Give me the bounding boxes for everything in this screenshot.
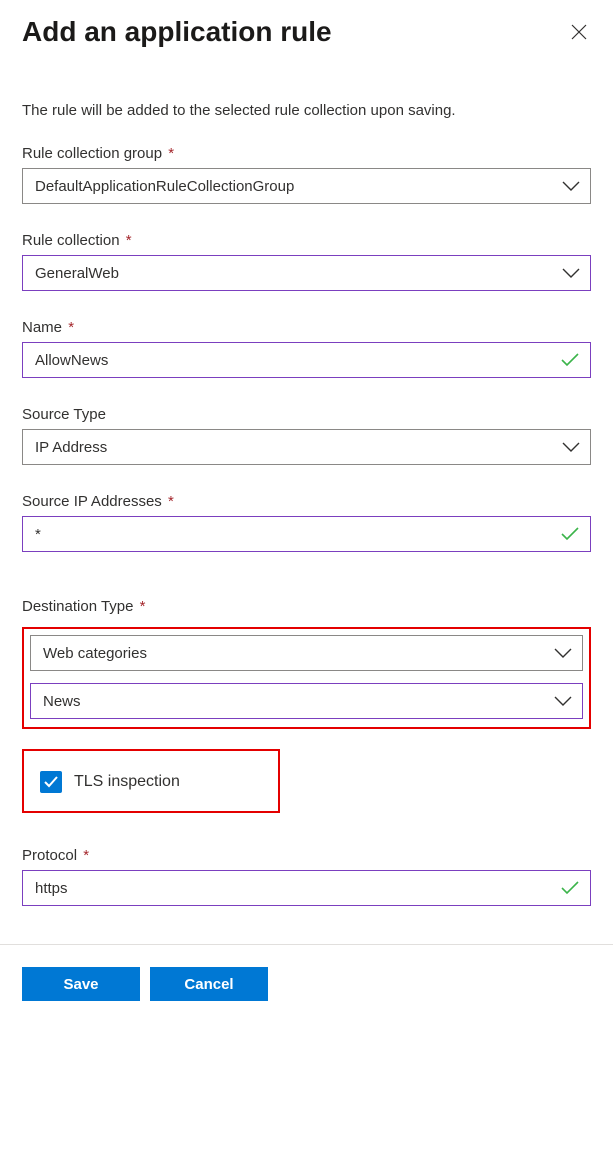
required-asterisk: * [68,319,74,336]
destination-category-select[interactable]: News [30,683,583,719]
save-button[interactable]: Save [22,967,140,1001]
name-input[interactable]: AllowNews [22,342,591,378]
required-asterisk: * [140,598,146,615]
rule-collection-group-label: Rule collection group * [22,145,174,162]
destination-category-value: News [43,693,81,710]
protocol-label: Protocol * [22,847,89,864]
cancel-button[interactable]: Cancel [150,967,268,1001]
description-text: The rule will be added to the selected r… [22,102,591,119]
rule-collection-group-select[interactable]: DefaultApplicationRuleCollectionGroup [22,168,591,204]
rule-collection-label: Rule collection * [22,232,132,249]
source-type-label: Source Type [22,406,106,423]
source-ip-value: * [35,526,41,543]
name-value: AllowNews [35,352,108,369]
rule-collection-group-value: DefaultApplicationRuleCollectionGroup [35,178,294,195]
chevron-down-icon [562,180,580,192]
destination-type-value: Web categories [43,645,147,662]
tls-highlight-box: TLS inspection [22,749,280,813]
checkmark-icon [44,776,58,788]
destination-type-label: Destination Type * [22,598,145,615]
source-type-value: IP Address [35,439,107,456]
rule-collection-value: GeneralWeb [35,265,119,282]
destination-highlight-box: Web categories News [22,627,591,729]
source-ip-label: Source IP Addresses * [22,493,174,510]
check-icon [560,353,580,367]
rule-collection-select[interactable]: GeneralWeb [22,255,591,291]
required-asterisk: * [168,145,174,162]
chevron-down-icon [562,441,580,453]
protocol-value: https [35,880,68,897]
name-label: Name * [22,319,74,336]
destination-type-select[interactable]: Web categories [30,635,583,671]
page-title: Add an application rule [22,16,332,48]
chevron-down-icon [554,695,572,707]
protocol-input[interactable]: https [22,870,591,906]
required-asterisk: * [168,493,174,510]
check-icon [560,527,580,541]
required-asterisk: * [126,232,132,249]
tls-inspection-label: TLS inspection [74,773,180,791]
chevron-down-icon [554,647,572,659]
source-ip-input[interactable]: * [22,516,591,552]
footer-separator [0,944,613,945]
check-icon [560,881,580,895]
close-icon [571,24,587,40]
chevron-down-icon [562,267,580,279]
source-type-select[interactable]: IP Address [22,429,591,465]
close-button[interactable] [567,20,591,44]
required-asterisk: * [83,847,89,864]
tls-inspection-checkbox[interactable] [40,771,62,793]
